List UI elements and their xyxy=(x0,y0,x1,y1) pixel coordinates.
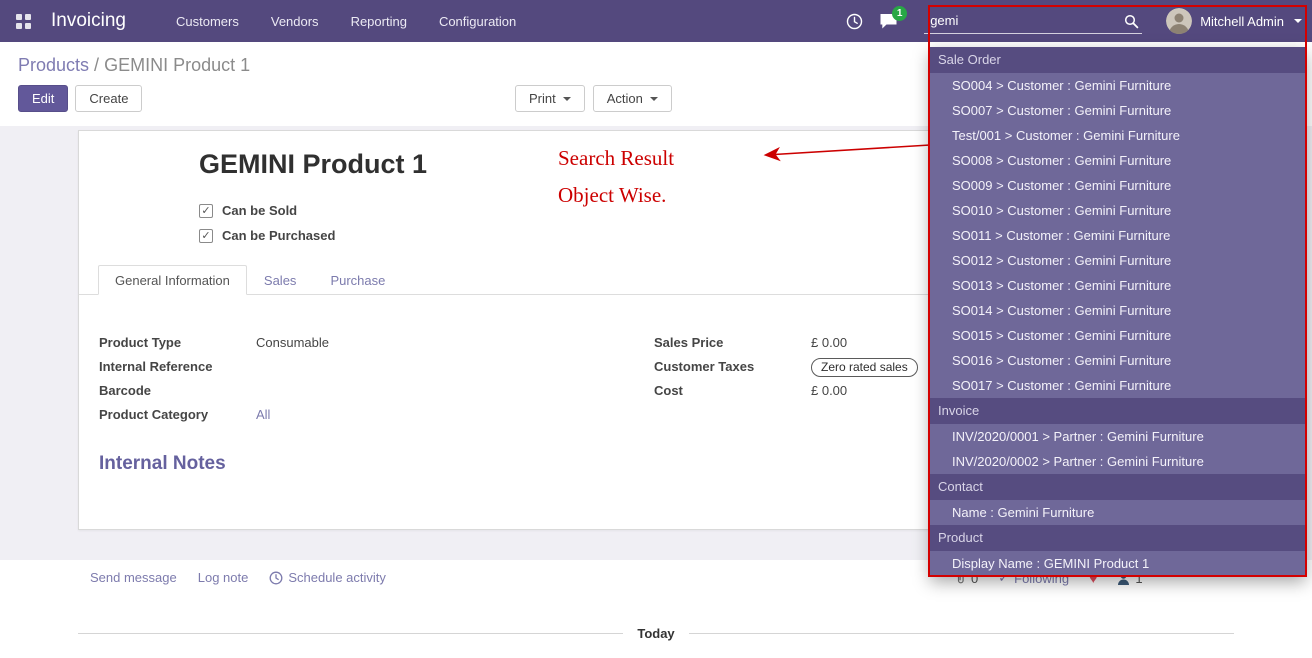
breadcrumb-separator: / xyxy=(89,55,104,75)
field-label: Product Type xyxy=(99,331,256,352)
top-navbar: Invoicing Customers Vendors Reporting Confi… xyxy=(0,0,1312,42)
field-row-product-type: Product TypeConsumable xyxy=(99,331,644,355)
action-buttons-group: Print Action xyxy=(515,85,672,112)
field-label: Internal Reference xyxy=(99,355,256,376)
search-result-item[interactable]: SO012 > Customer : Gemini Furniture xyxy=(930,248,1306,273)
tab-sales[interactable]: Sales xyxy=(247,265,314,294)
search-group-header-sale-order: Sale Order xyxy=(930,47,1306,73)
fields-left: Product TypeConsumableInternal Reference… xyxy=(99,331,644,427)
field-value-customer-taxes: Zero rated sales xyxy=(811,355,918,377)
field-row-barcode: Barcode xyxy=(99,379,644,403)
chevron-down-icon xyxy=(1294,19,1302,23)
search-results-dropdown: Sale OrderSO004 > Customer : Gemini Furn… xyxy=(930,47,1306,576)
search-result-item[interactable]: SO013 > Customer : Gemini Furniture xyxy=(930,273,1306,298)
log-note-link[interactable]: Log note xyxy=(198,570,249,585)
field-label: Product Category xyxy=(99,403,256,424)
navbar-search xyxy=(924,9,1142,34)
schedule-activity-link[interactable]: Schedule activity xyxy=(269,570,386,585)
activities-clock-icon[interactable] xyxy=(846,13,863,30)
user-menu[interactable]: Mitchell Admin xyxy=(1166,8,1302,34)
checkbox-row: Can be Purchased xyxy=(199,228,335,243)
tax-tag: Zero rated sales xyxy=(811,358,918,377)
search-group-header-invoice: Invoice xyxy=(930,398,1306,424)
annotation-line1: Search Result xyxy=(558,146,674,171)
can-be-sold-label: Can be Sold xyxy=(222,203,297,218)
nav-item-customers[interactable]: Customers xyxy=(176,14,239,29)
field-label: Barcode xyxy=(99,379,256,400)
search-result-item[interactable]: SO004 > Customer : Gemini Furniture xyxy=(930,73,1306,98)
print-menu-button[interactable]: Print xyxy=(515,85,585,112)
today-divider: Today xyxy=(78,626,1234,641)
search-result-item[interactable]: Test/001 > Customer : Gemini Furniture xyxy=(930,123,1306,148)
field-value-product-type: Consumable xyxy=(256,331,329,352)
search-result-item[interactable]: SO007 > Customer : Gemini Furniture xyxy=(930,98,1306,123)
can-be-purchased-checkbox[interactable] xyxy=(199,229,213,243)
search-input[interactable] xyxy=(924,9,1142,34)
navbar-right: 1 Mitchell Admin xyxy=(846,8,1302,34)
schedule-clock-icon xyxy=(269,571,283,585)
field-value-cost: £ 0.00 xyxy=(811,379,847,400)
user-name: Mitchell Admin xyxy=(1200,14,1284,29)
search-result-item[interactable]: Display Name : GEMINI Product 1 xyxy=(930,551,1306,576)
breadcrumb-current: GEMINI Product 1 xyxy=(104,55,250,75)
product-title: GEMINI Product 1 xyxy=(199,149,427,180)
search-result-item[interactable]: SO010 > Customer : Gemini Furniture xyxy=(930,198,1306,223)
search-result-item[interactable]: SO017 > Customer : Gemini Furniture xyxy=(930,373,1306,398)
can-be-purchased-label: Can be Purchased xyxy=(222,228,335,243)
schedule-activity-label: Schedule activity xyxy=(288,570,386,585)
search-result-item[interactable]: SO011 > Customer : Gemini Furniture xyxy=(930,223,1306,248)
apps-grid-icon[interactable] xyxy=(16,14,31,29)
divider-line xyxy=(689,633,1234,634)
search-result-item[interactable]: SO016 > Customer : Gemini Furniture xyxy=(930,348,1306,373)
chatter-links: Send message Log note Schedule activity xyxy=(90,570,386,585)
annotation-text: Search Result Object Wise. xyxy=(558,146,674,220)
avatar xyxy=(1166,8,1192,34)
nav-item-reporting[interactable]: Reporting xyxy=(351,14,407,29)
search-result-item[interactable]: INV/2020/0001 > Partner : Gemini Furnitu… xyxy=(930,424,1306,449)
tab-purchase[interactable]: Purchase xyxy=(313,265,402,294)
can-be-sold-checkbox[interactable] xyxy=(199,204,213,218)
checkbox-row: Can be Sold xyxy=(199,203,335,218)
field-label: Customer Taxes xyxy=(654,355,811,376)
today-label: Today xyxy=(623,626,688,641)
field-label: Cost xyxy=(654,379,811,400)
annotation-line2: Object Wise. xyxy=(558,183,674,208)
search-result-item[interactable]: SO014 > Customer : Gemini Furniture xyxy=(930,298,1306,323)
field-label: Sales Price xyxy=(654,331,811,352)
search-group-header-product: Product xyxy=(930,525,1306,551)
search-result-item[interactable]: Name : Gemini Furniture xyxy=(930,500,1306,525)
messages-badge: 1 xyxy=(892,6,907,21)
search-icon[interactable] xyxy=(1124,14,1139,34)
screen: Invoicing Customers Vendors Reporting Confi… xyxy=(0,0,1312,658)
divider-line xyxy=(78,633,623,634)
search-result-item[interactable]: SO009 > Customer : Gemini Furniture xyxy=(930,173,1306,198)
action-label: Action xyxy=(607,91,643,106)
field-row-product-category: Product CategoryAll xyxy=(99,403,644,427)
nav-item-configuration[interactable]: Configuration xyxy=(439,14,516,29)
app-name[interactable]: Invoicing xyxy=(51,10,126,32)
tab-general-information[interactable]: General Information xyxy=(98,265,247,295)
internal-notes-heading: Internal Notes xyxy=(99,453,226,475)
navbar-menu: Customers Vendors Reporting Configuration xyxy=(176,14,516,29)
search-result-item[interactable]: SO015 > Customer : Gemini Furniture xyxy=(930,323,1306,348)
print-label: Print xyxy=(529,91,556,106)
checkbox-group: Can be Sold Can be Purchased xyxy=(199,203,335,253)
create-button[interactable]: Create xyxy=(75,85,142,112)
search-result-item[interactable]: SO008 > Customer : Gemini Furniture xyxy=(930,148,1306,173)
field-row-internal-reference: Internal Reference xyxy=(99,355,644,379)
action-menu-button[interactable]: Action xyxy=(593,85,672,112)
edit-button[interactable]: Edit xyxy=(18,85,68,112)
search-result-item[interactable]: INV/2020/0002 > Partner : Gemini Furnitu… xyxy=(930,449,1306,474)
chevron-down-icon xyxy=(650,97,658,101)
search-group-header-contact: Contact xyxy=(930,474,1306,500)
chevron-down-icon xyxy=(563,97,571,101)
messages-bubble-icon[interactable]: 1 xyxy=(879,13,898,29)
field-value-sales-price: £ 0.00 xyxy=(811,331,847,352)
breadcrumb-products-link[interactable]: Products xyxy=(18,55,89,75)
field-value-product-category[interactable]: All xyxy=(256,403,270,424)
send-message-link[interactable]: Send message xyxy=(90,570,177,585)
nav-item-vendors[interactable]: Vendors xyxy=(271,14,319,29)
